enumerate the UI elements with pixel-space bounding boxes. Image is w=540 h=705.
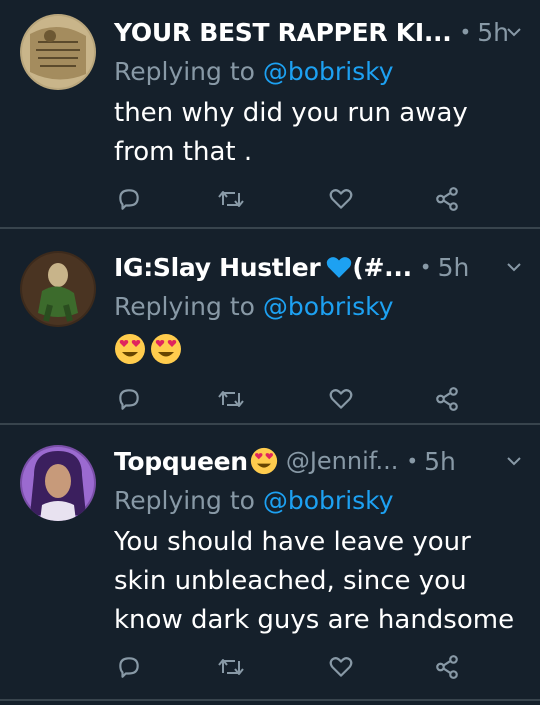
tweet-feed: YOUR BEST RAPPER KI... • 5h Replying to … bbox=[0, 0, 540, 705]
share-icon[interactable] bbox=[432, 184, 462, 214]
replying-to-label: Replying to bbox=[114, 486, 263, 515]
mention-link[interactable]: @bobrisky bbox=[263, 292, 394, 321]
chevron-down-icon[interactable] bbox=[506, 453, 522, 469]
heart-icon[interactable] bbox=[326, 184, 356, 214]
retweet-icon[interactable] bbox=[216, 384, 246, 414]
heart-eyes-emoji bbox=[151, 334, 181, 364]
display-name[interactable]: IG:Slay Hustler bbox=[114, 253, 321, 282]
heart-icon[interactable] bbox=[326, 652, 356, 682]
avatar[interactable] bbox=[20, 251, 96, 327]
tweet-actions bbox=[114, 184, 474, 214]
avatar[interactable] bbox=[20, 445, 96, 521]
replying-to-line: Replying to @bobrisky bbox=[114, 52, 526, 92]
reply-icon[interactable] bbox=[114, 652, 144, 682]
separator-dot: • bbox=[406, 449, 419, 473]
tweet-2[interactable]: IG:Slay Hustler (#... • 5h Replying to @… bbox=[0, 229, 540, 425]
divider bbox=[0, 699, 540, 701]
tweet-text: then why did you run away from that . bbox=[114, 98, 468, 167]
reply-icon[interactable] bbox=[114, 384, 144, 414]
display-name-suffix[interactable]: (#... bbox=[352, 253, 412, 282]
chevron-down-icon[interactable] bbox=[506, 24, 522, 40]
display-name[interactable]: Topqueen bbox=[114, 447, 248, 476]
timestamp[interactable]: 5h bbox=[477, 18, 509, 47]
tweet-emoji bbox=[114, 333, 526, 365]
mention-link[interactable]: @bobrisky bbox=[263, 57, 394, 86]
tweet-text: You should have leave your skin unbleach… bbox=[114, 527, 515, 635]
heart-icon[interactable] bbox=[326, 384, 356, 414]
replying-to-label: Replying to bbox=[114, 292, 263, 321]
reply-icon[interactable] bbox=[114, 184, 144, 214]
share-icon[interactable] bbox=[432, 652, 462, 682]
blue-heart-emoji bbox=[327, 257, 352, 278]
chevron-down-icon[interactable] bbox=[506, 259, 522, 275]
separator-dot: • bbox=[419, 255, 432, 279]
replying-to-label: Replying to bbox=[114, 57, 263, 86]
heart-eyes-emoji bbox=[250, 447, 277, 475]
replying-to-line: Replying to @bobrisky bbox=[114, 287, 526, 327]
user-handle[interactable]: @Jennif... bbox=[286, 447, 399, 475]
separator-dot: • bbox=[459, 20, 472, 44]
share-icon[interactable] bbox=[432, 384, 462, 414]
retweet-icon[interactable] bbox=[216, 652, 246, 682]
tweet-3[interactable]: Topqueen @Jennif... • 5h Replying to @bo… bbox=[0, 425, 540, 701]
display-name[interactable]: YOUR BEST RAPPER KI... bbox=[114, 18, 452, 47]
tweet-header: IG:Slay Hustler (#... • 5h bbox=[114, 247, 526, 287]
timestamp[interactable]: 5h bbox=[424, 447, 456, 476]
tweet-1[interactable]: YOUR BEST RAPPER KI... • 5h Replying to … bbox=[0, 0, 540, 229]
mention-link[interactable]: @bobrisky bbox=[263, 486, 394, 515]
replying-to-line: Replying to @bobrisky bbox=[114, 481, 526, 521]
timestamp[interactable]: 5h bbox=[438, 253, 470, 282]
tweet-header: Topqueen @Jennif... • 5h bbox=[114, 441, 526, 481]
tweet-actions bbox=[114, 652, 474, 682]
tweet-actions bbox=[114, 384, 474, 414]
avatar[interactable] bbox=[20, 14, 96, 90]
heart-eyes-emoji bbox=[115, 334, 145, 364]
tweet-header: YOUR BEST RAPPER KI... • 5h bbox=[114, 12, 526, 52]
retweet-icon[interactable] bbox=[216, 184, 246, 214]
